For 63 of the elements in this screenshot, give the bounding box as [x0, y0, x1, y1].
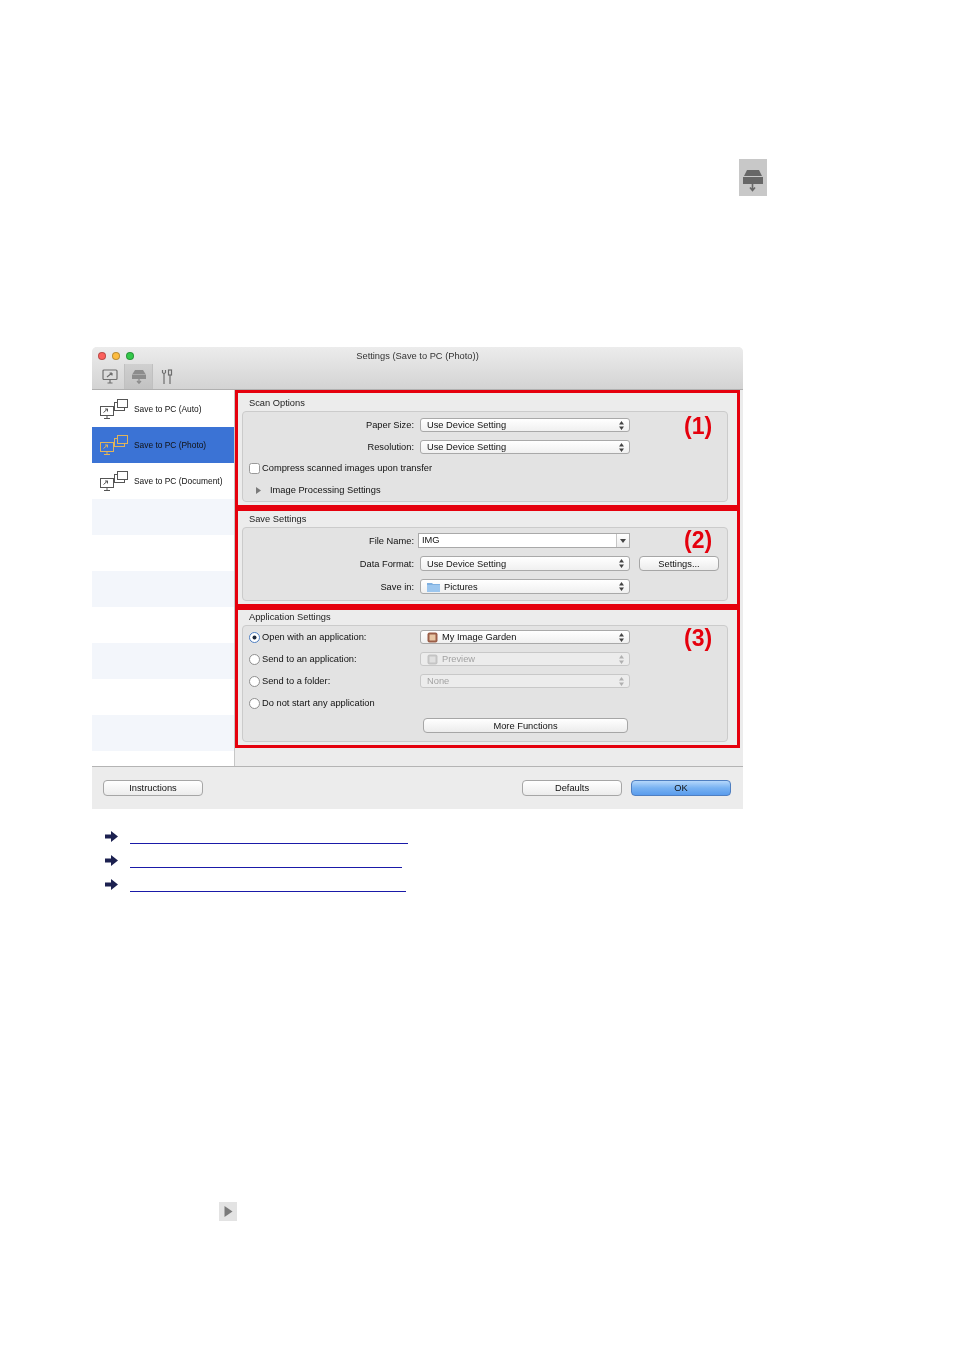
arrow-right-icon — [105, 855, 118, 866]
section-title: Application Settings — [249, 611, 331, 623]
section-marker: (1) — [684, 415, 713, 437]
footer-button[interactable]: Instructions — [103, 780, 203, 796]
radio-button[interactable] — [249, 631, 260, 643]
radio-label: Send to a folder: — [262, 676, 331, 686]
image-processing-disclosure[interactable]: Image Processing Settings — [248, 483, 381, 497]
scanner-icon — [130, 369, 147, 384]
section-title: Save Settings — [249, 513, 307, 525]
data-format-popup[interactable]: Use Device Setting — [420, 556, 630, 571]
up-down-arrows-icon — [619, 559, 624, 568]
zoom-button[interactable] — [126, 351, 134, 360]
radio-button[interactable] — [249, 697, 260, 709]
up-down-arrows-icon — [619, 676, 624, 686]
more-functions-button[interactable]: More Functions — [423, 718, 628, 733]
computer-documents-icon — [99, 398, 129, 420]
section-marker: (3) — [684, 627, 713, 649]
field-label: File Name: — [369, 535, 414, 546]
radio-button[interactable] — [249, 653, 260, 665]
up-down-arrows-icon — [619, 632, 624, 642]
footer-button[interactable]: Defaults — [522, 780, 622, 796]
application-popup[interactable]: My Image Garden — [420, 630, 630, 644]
arrow-right-icon — [105, 831, 118, 842]
application-icon — [427, 631, 438, 643]
arrow-right-icon — [105, 879, 118, 890]
checkbox[interactable] — [249, 462, 260, 474]
radio-label: Open with an application: — [262, 632, 367, 642]
setting-popup[interactable]: Use Device Setting — [420, 440, 630, 454]
up-down-arrows-icon — [619, 654, 624, 664]
file-name-combo[interactable]: IMG — [418, 533, 630, 548]
computer-documents-icon — [99, 470, 129, 492]
radio-label: Do not start any application — [262, 698, 375, 708]
field-label: Save in: — [380, 581, 414, 592]
sidebar-item[interactable]: Save to PC (Photo) — [92, 427, 234, 463]
blank-link[interactable] — [130, 842, 408, 844]
section-title: Scan Options — [249, 397, 305, 409]
footer-button[interactable]: OK — [631, 780, 731, 796]
folder-icon — [427, 581, 440, 592]
radio-label: Send to an application: — [262, 654, 357, 664]
field-label: Resolution: — [367, 442, 414, 452]
field-label: Data Format: — [359, 558, 414, 569]
application-icon — [427, 653, 438, 665]
dropdown-button[interactable] — [616, 534, 629, 547]
minimize-button[interactable] — [112, 351, 120, 360]
setting-popup[interactable]: Use Device Setting — [420, 418, 630, 432]
computer-documents-icon — [99, 434, 129, 456]
section-marker: (2) — [684, 529, 713, 551]
close-button[interactable] — [98, 351, 106, 360]
window-title: Settings (Save to PC (Photo)) — [356, 350, 479, 361]
radio-button[interactable] — [249, 675, 260, 687]
blank-link[interactable] — [130, 866, 402, 868]
caret-down-icon — [620, 538, 626, 543]
blank-link[interactable] — [130, 890, 406, 892]
toolbar-tab[interactable] — [124, 364, 152, 389]
play-icon[interactable] — [219, 1202, 237, 1221]
up-down-arrows-icon — [619, 442, 624, 452]
settings-button[interactable]: Settings... — [639, 556, 719, 571]
up-down-arrows-icon — [619, 420, 624, 430]
tools-icon — [160, 368, 173, 385]
checkbox-label: Compress scanned images upon transfer — [262, 463, 432, 473]
up-down-arrows-icon — [619, 582, 624, 591]
field-label: Paper Size: — [365, 420, 414, 430]
save-location-popup[interactable]: Pictures — [420, 579, 630, 594]
